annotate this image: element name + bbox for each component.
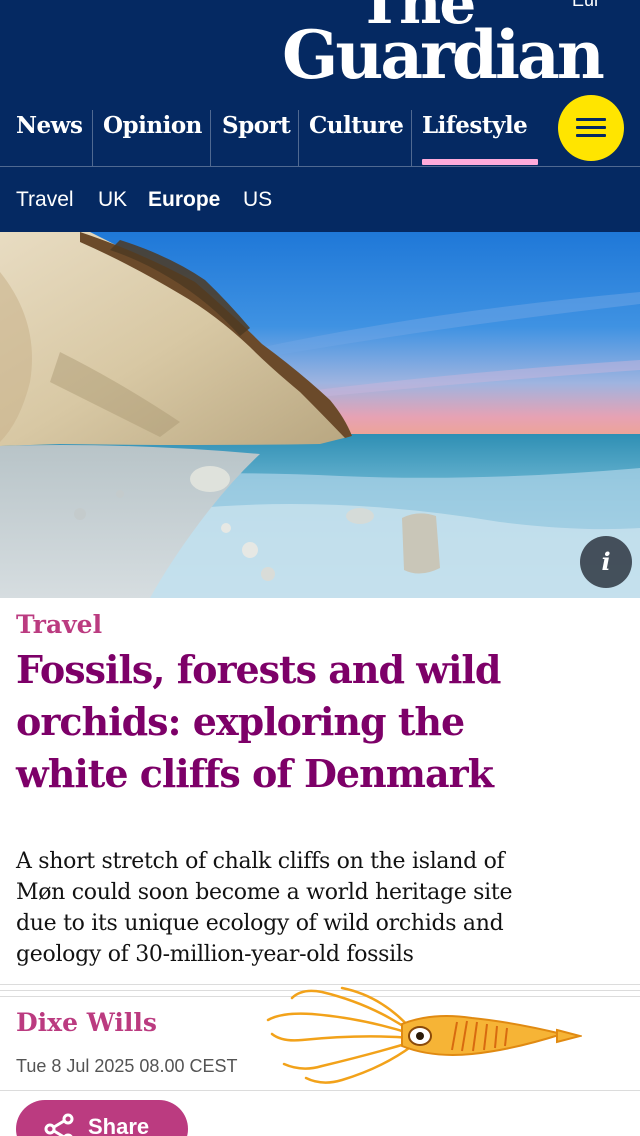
pillar-opinion[interactable]: Opinion — [103, 112, 202, 139]
share-label: Share — [88, 1114, 150, 1136]
meta-divider — [0, 1090, 640, 1091]
guardian-logo[interactable]: Guardian — [282, 22, 605, 88]
pillar-divider — [92, 110, 93, 166]
article-standfirst: A short stretch of chalk cliffs on the i… — [16, 846, 616, 970]
article-headline: Fossils, forests and wild orchids: explo… — [16, 644, 616, 800]
headline-line: Fossils, forests and wild — [16, 647, 501, 692]
pillar-sport[interactable]: Sport — [222, 112, 291, 139]
hamburger-menu-icon — [576, 118, 606, 121]
hamburger-menu-icon-bar — [576, 134, 606, 137]
pillar-divider — [298, 110, 299, 166]
subnav-uk[interactable]: UK — [98, 188, 127, 212]
pillar-divider — [411, 110, 412, 166]
subnav-europe[interactable]: Europe — [148, 188, 220, 212]
masthead: The Guardian Eur News Opinion Sport Cult… — [0, 0, 640, 232]
nav-divider — [0, 166, 640, 167]
subnav-travel[interactable]: Travel — [16, 188, 74, 212]
menu-button[interactable] — [558, 95, 624, 161]
share-icon — [44, 1113, 74, 1136]
publish-date: Tue 8 Jul 2025 08.00 CEST — [16, 1056, 238, 1076]
pillar-news[interactable]: News — [16, 112, 83, 139]
section-kicker[interactable]: Travel — [16, 610, 102, 639]
standfirst-line: Møn could soon become a world heritage s… — [16, 880, 513, 905]
hamburger-menu-icon-bar — [576, 126, 606, 129]
active-pillar-indicator — [422, 159, 538, 165]
squid-illustration — [266, 986, 582, 1084]
author-byline[interactable]: Dixe Wills — [16, 1008, 157, 1037]
pillar-nav: News Opinion Sport Culture Lifestyle — [0, 94, 640, 166]
pillar-divider — [210, 110, 211, 166]
standfirst-line: A short stretch of chalk cliffs on the i… — [16, 849, 505, 874]
headline-line: white cliffs of Denmark — [16, 751, 494, 796]
standfirst-line: due to its unique ecology of wild orchid… — [16, 911, 504, 936]
edition-selector[interactable]: Eur — [572, 0, 600, 11]
hero-image — [0, 232, 640, 598]
headline-line: orchids: exploring the — [16, 699, 465, 744]
cliffs-seascape-image — [0, 232, 640, 598]
share-button[interactable]: Share — [16, 1100, 188, 1136]
pillar-culture[interactable]: Culture — [309, 112, 404, 139]
standfirst-line: geology of 30-million-year-old fossils — [16, 942, 414, 967]
pillar-lifestyle[interactable]: Lifestyle — [422, 112, 528, 139]
subnav-us[interactable]: US — [243, 188, 272, 212]
image-info-button[interactable]: i — [580, 536, 632, 588]
